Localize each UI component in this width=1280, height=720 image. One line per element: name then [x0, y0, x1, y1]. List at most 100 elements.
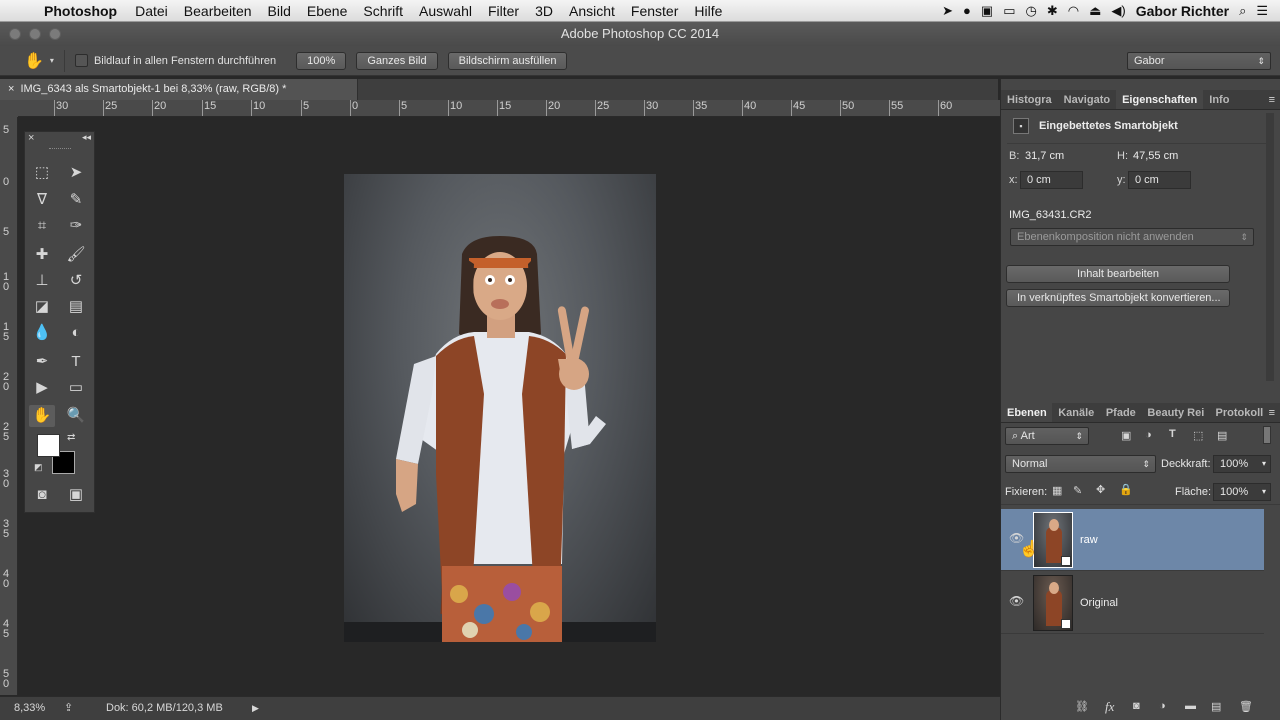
path-selection-tool-icon[interactable]: ▶ — [29, 377, 55, 399]
lock-position-icon[interactable]: ✥ — [1096, 483, 1105, 496]
filter-smart-object-icon[interactable]: ▤ — [1217, 429, 1227, 442]
filter-adjustment-icon[interactable]: ◑ — [1145, 429, 1152, 441]
gradient-tool-icon[interactable]: ▤ — [63, 296, 89, 318]
volume-icon[interactable]: ◀) — [1111, 3, 1125, 19]
fill-screen-button[interactable]: Bildschirm ausfüllen — [447, 51, 568, 70]
eraser-tool-icon[interactable]: ◪ — [29, 296, 55, 318]
eyedropper-tool-icon[interactable]: ✑ — [63, 215, 89, 237]
menu-ebene[interactable]: Ebene — [299, 3, 355, 19]
minimize-window-button[interactable] — [29, 28, 41, 40]
tab-beauty-retouch[interactable]: Beauty Rei — [1141, 403, 1209, 422]
close-panel-icon[interactable]: × — [28, 132, 34, 144]
document-image[interactable] — [344, 174, 656, 642]
tab-navigator[interactable]: Navigato — [1058, 90, 1116, 109]
layer-name[interactable]: Original — [1080, 597, 1118, 609]
quick-selection-tool-icon[interactable]: ✎ — [63, 189, 89, 211]
lock-transparent-icon[interactable]: ▦ — [1052, 484, 1062, 497]
quick-mask-icon[interactable]: ◙ — [29, 484, 55, 506]
status-menu-arrow-icon[interactable]: ▶ — [252, 697, 259, 720]
x-field[interactable]: 0 cm — [1020, 171, 1083, 189]
scroll-all-windows-checkbox[interactable] — [74, 54, 88, 67]
vertical-ruler[interactable]: 5 0 5 1 0 1 5 2 0 2 5 3 0 3 5 4 0 4 5 5 0 — [0, 117, 18, 695]
tab-channels[interactable]: Kanäle — [1052, 403, 1100, 422]
zoom-window-button[interactable] — [49, 28, 61, 40]
lock-image-icon[interactable]: ✎ — [1073, 484, 1082, 497]
convert-to-linked-button[interactable]: In verknüpftes Smartobjekt konvertieren.… — [1006, 289, 1230, 307]
panel-menu-icon[interactable]: ≡ — [1269, 90, 1280, 109]
menu-ansicht[interactable]: Ansicht — [561, 3, 623, 19]
time-machine-icon[interactable]: ◷ — [1025, 3, 1036, 19]
marquee-tool-icon[interactable]: ⬚ — [29, 162, 55, 184]
tab-properties[interactable]: Eigenschaften — [1116, 90, 1204, 109]
fit-screen-button[interactable]: Ganzes Bild — [356, 51, 438, 70]
hand-tool-preset-icon[interactable]: ✋ — [24, 51, 44, 71]
workspace-select[interactable]: Gabor ⇕ — [1127, 52, 1271, 70]
layer-comp-select[interactable]: Ebenenkomposition nicht anwenden ⇕ — [1010, 228, 1254, 246]
move-tool-icon[interactable]: ➤ — [63, 162, 89, 184]
menu-datei[interactable]: Datei — [127, 3, 176, 19]
link-layers-icon[interactable]: ⛓ — [1075, 700, 1089, 713]
brush-tool-icon[interactable]: 🖌 — [63, 244, 89, 266]
menu-auswahl[interactable]: Auswahl — [411, 3, 480, 19]
layer-style-icon[interactable]: fx — [1105, 699, 1114, 715]
status-icon-3[interactable]: ▣ — [981, 3, 993, 19]
status-icon-2[interactable]: ● — [963, 3, 971, 18]
zoom-tool-icon[interactable]: 🔍 — [63, 405, 89, 427]
add-mask-icon[interactable]: ◙ — [1133, 700, 1140, 712]
layer-filter-select[interactable]: ⌕ Art ⇕ — [1005, 427, 1089, 445]
opacity-field[interactable]: 100% ▾ — [1213, 455, 1271, 473]
new-layer-icon[interactable]: ▤ — [1211, 700, 1221, 713]
menu-filter[interactable]: Filter — [480, 3, 527, 19]
layer-thumbnail[interactable] — [1033, 575, 1073, 631]
layer-row-raw[interactable]: 👁 raw ☝ — [1001, 509, 1264, 571]
history-brush-tool-icon[interactable]: ↺ — [63, 270, 89, 292]
spotlight-search-icon[interactable]: ⌕ — [1239, 3, 1246, 19]
menu-app[interactable]: Photoshop — [40, 3, 127, 19]
properties-scrollbar[interactable] — [1266, 113, 1274, 381]
notification-list-icon[interactable]: ☰ — [1256, 3, 1268, 19]
healing-brush-tool-icon[interactable]: ✚ — [29, 244, 55, 266]
tab-paths[interactable]: Pfade — [1100, 403, 1142, 422]
hand-tool-icon[interactable]: ✋ — [29, 405, 55, 427]
clone-stamp-tool-icon[interactable]: ⊥ — [29, 270, 55, 292]
horizontal-ruler[interactable]: 30 25 20 15 10 5 0 5 10 15 20 25 30 35 40 45 50 55 60 — [18, 100, 1000, 117]
menu-3d[interactable]: 3D — [527, 3, 561, 19]
delete-layer-icon[interactable]: 🗑 — [1239, 700, 1253, 713]
foreground-color-swatch[interactable] — [37, 434, 60, 457]
edit-contents-button[interactable]: Inhalt bearbeiten — [1006, 265, 1230, 283]
width-value[interactable]: 31,7 cm — [1025, 150, 1064, 162]
close-window-button[interactable] — [9, 28, 21, 40]
zoom-level[interactable]: 8,33% — [14, 697, 45, 720]
lasso-tool-icon[interactable]: ᐁ — [29, 189, 55, 211]
pen-tool-icon[interactable]: ✒ — [29, 351, 55, 373]
y-field[interactable]: 0 cm — [1128, 171, 1191, 189]
crop-tool-icon[interactable]: ⌗ — [29, 215, 55, 237]
layer-thumbnail[interactable] — [1033, 512, 1073, 568]
user-name[interactable]: Gabor Richter — [1136, 3, 1229, 19]
menu-bild[interactable]: Bild — [260, 3, 299, 19]
chevron-down-icon[interactable]: ▾ — [1262, 484, 1266, 500]
wifi-icon[interactable]: ◠ — [1068, 3, 1079, 19]
rectangle-tool-icon[interactable]: ▭ — [63, 377, 89, 399]
fill-field[interactable]: 100% ▾ — [1213, 483, 1271, 501]
tools-grip[interactable] — [49, 148, 71, 151]
blur-tool-icon[interactable]: 💧 — [29, 322, 55, 344]
zoom-100-button[interactable]: 100% — [296, 51, 347, 70]
panel-menu-icon[interactable]: ≡ — [1269, 403, 1280, 422]
status-icon-1[interactable]: ➤ — [942, 3, 953, 19]
lock-all-icon[interactable]: 🔒 — [1119, 483, 1133, 496]
menu-schrift[interactable]: Schrift — [355, 3, 411, 19]
filter-toggle-icon[interactable] — [1263, 426, 1271, 444]
menu-hilfe[interactable]: Hilfe — [686, 3, 730, 19]
blend-mode-select[interactable]: Normal ⇕ — [1005, 455, 1156, 473]
adjustment-layer-icon[interactable]: ◑ — [1159, 700, 1166, 712]
filter-shape-icon[interactable]: ⬚ — [1193, 429, 1203, 442]
tab-info[interactable]: Info — [1203, 90, 1235, 109]
tab-histogram[interactable]: Histogra — [1001, 90, 1058, 109]
share-icon[interactable]: ⇪ — [64, 697, 73, 720]
default-colors-icon[interactable]: ◩ — [34, 462, 43, 473]
chevron-down-icon[interactable]: ▾ — [1262, 456, 1266, 472]
collapse-panel-icon[interactable]: ◂◂ — [82, 132, 91, 143]
height-value[interactable]: 47,55 cm — [1133, 150, 1178, 162]
menu-bearbeiten[interactable]: Bearbeiten — [176, 3, 260, 19]
